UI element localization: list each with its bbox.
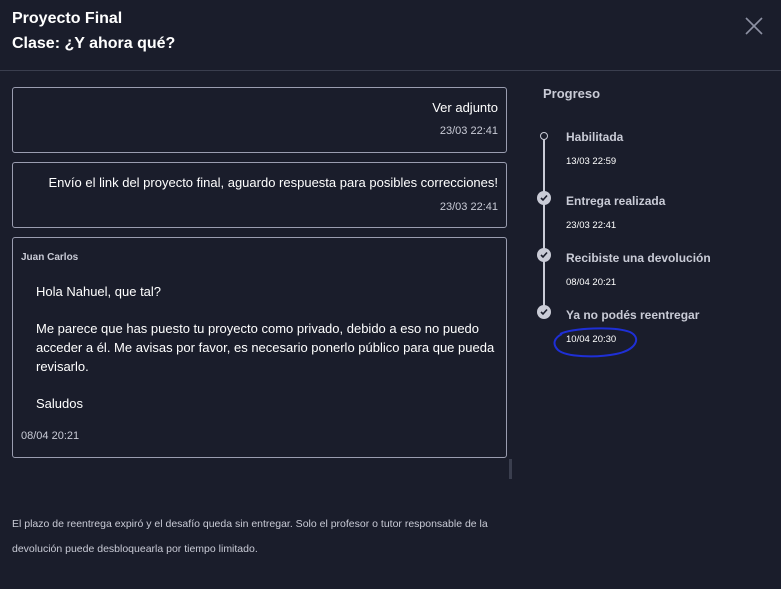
step-time: 08/04 20:21 — [566, 277, 617, 288]
check-icon — [537, 248, 551, 262]
expiry-notice: El plazo de reentrega expiró y el desafí… — [12, 518, 488, 555]
modal-subtitle: Clase: ¿Y ahora qué? — [12, 35, 176, 52]
message-card: Envío el link del proyecto final, aguard… — [12, 162, 507, 228]
reply-card: Juan Carlos Hola Nahuel, que tal? Me par… — [12, 237, 507, 458]
check-icon — [537, 191, 551, 205]
reply-time: 08/04 20:21 — [21, 430, 80, 442]
step-label: Recibiste una devolución — [566, 251, 711, 265]
close-button[interactable] — [744, 16, 764, 36]
modal-header: Proyecto Final Clase: ¿Y ahora qué? — [0, 0, 781, 71]
reply-paragraph: Hola Nahuel, que tal? — [36, 284, 162, 299]
reply-paragraph: Saludos — [36, 396, 83, 411]
step-time: 13/03 22:59 — [566, 156, 617, 167]
close-icon — [745, 17, 763, 35]
step-label: Entrega realizada — [566, 194, 666, 208]
timeline-line — [543, 137, 545, 312]
check-icon — [537, 305, 551, 319]
message-text: Envío el link del proyecto final, aguard… — [48, 175, 498, 190]
step-label: Habilitada — [566, 130, 624, 144]
message-time: 23/03 22:41 — [439, 201, 498, 213]
modal-title: Proyecto Final — [12, 10, 123, 27]
step-time: 23/03 22:41 — [566, 220, 617, 231]
reply-body: Hola Nahuel, que tal? Me parece que has … — [36, 282, 496, 431]
message-time: 23/03 22:41 — [439, 125, 498, 137]
step-label: Ya no podés reentregar — [566, 308, 700, 322]
timeline-dot — [540, 132, 548, 140]
message-card: Ver adjunto 23/03 22:41 — [12, 87, 507, 153]
scrollbar-thumb[interactable] — [509, 459, 512, 479]
progress-title: Progreso — [543, 86, 601, 101]
reply-author: Juan Carlos — [21, 252, 79, 263]
reply-paragraph: Me parece que has puesto tu proyecto com… — [36, 321, 495, 374]
message-text: Ver adjunto — [432, 100, 498, 115]
hand-drawn-circle-annotation — [553, 327, 638, 358]
